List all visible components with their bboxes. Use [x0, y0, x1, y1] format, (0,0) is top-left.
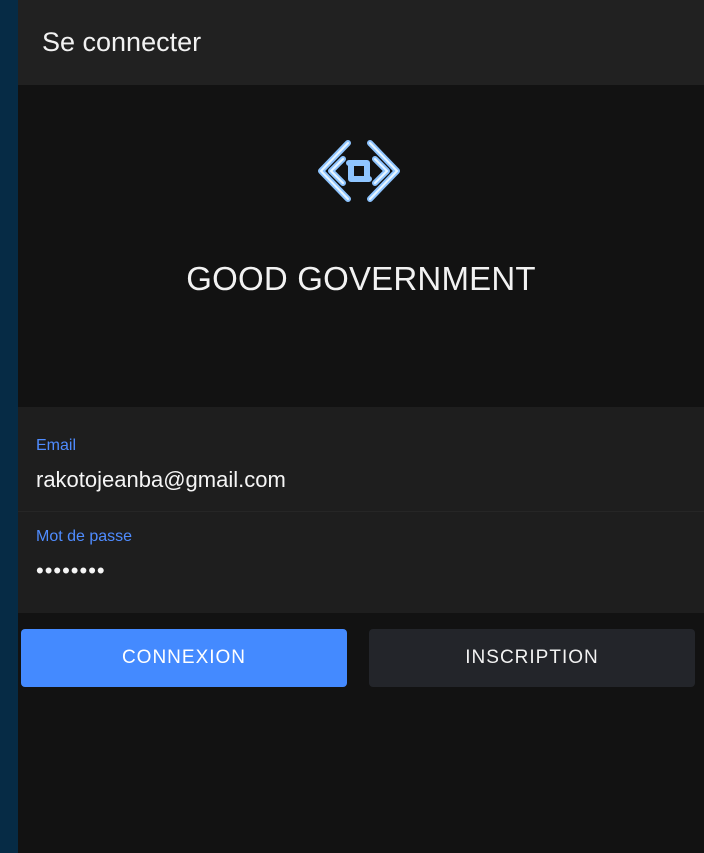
password-label: Mot de passe [36, 528, 133, 545]
left-strip [0, 0, 18, 853]
email-input[interactable]: rakotojeanba@gmail.com [36, 467, 286, 493]
brand-name: GOOD GOVERNMENT [186, 260, 536, 297]
hero-section: GOOD GOVERNMENT [18, 85, 704, 407]
login-panel: Se connecter GOOD GOVERNMENT Email rakot… [18, 0, 704, 853]
email-label: Email [36, 437, 77, 454]
email-field[interactable]: Email rakotojeanba@gmail.com [18, 407, 704, 512]
header-bar: Se connecter [18, 0, 704, 85]
page-title: Se connecter [42, 27, 202, 57]
link-icon [318, 140, 400, 202]
password-field[interactable]: Mot de passe •••••••• [18, 512, 704, 613]
password-input[interactable]: •••••••• [36, 558, 106, 584]
register-button[interactable]: INSCRIPTION [369, 629, 695, 687]
login-button[interactable]: CONNEXION [21, 629, 347, 687]
